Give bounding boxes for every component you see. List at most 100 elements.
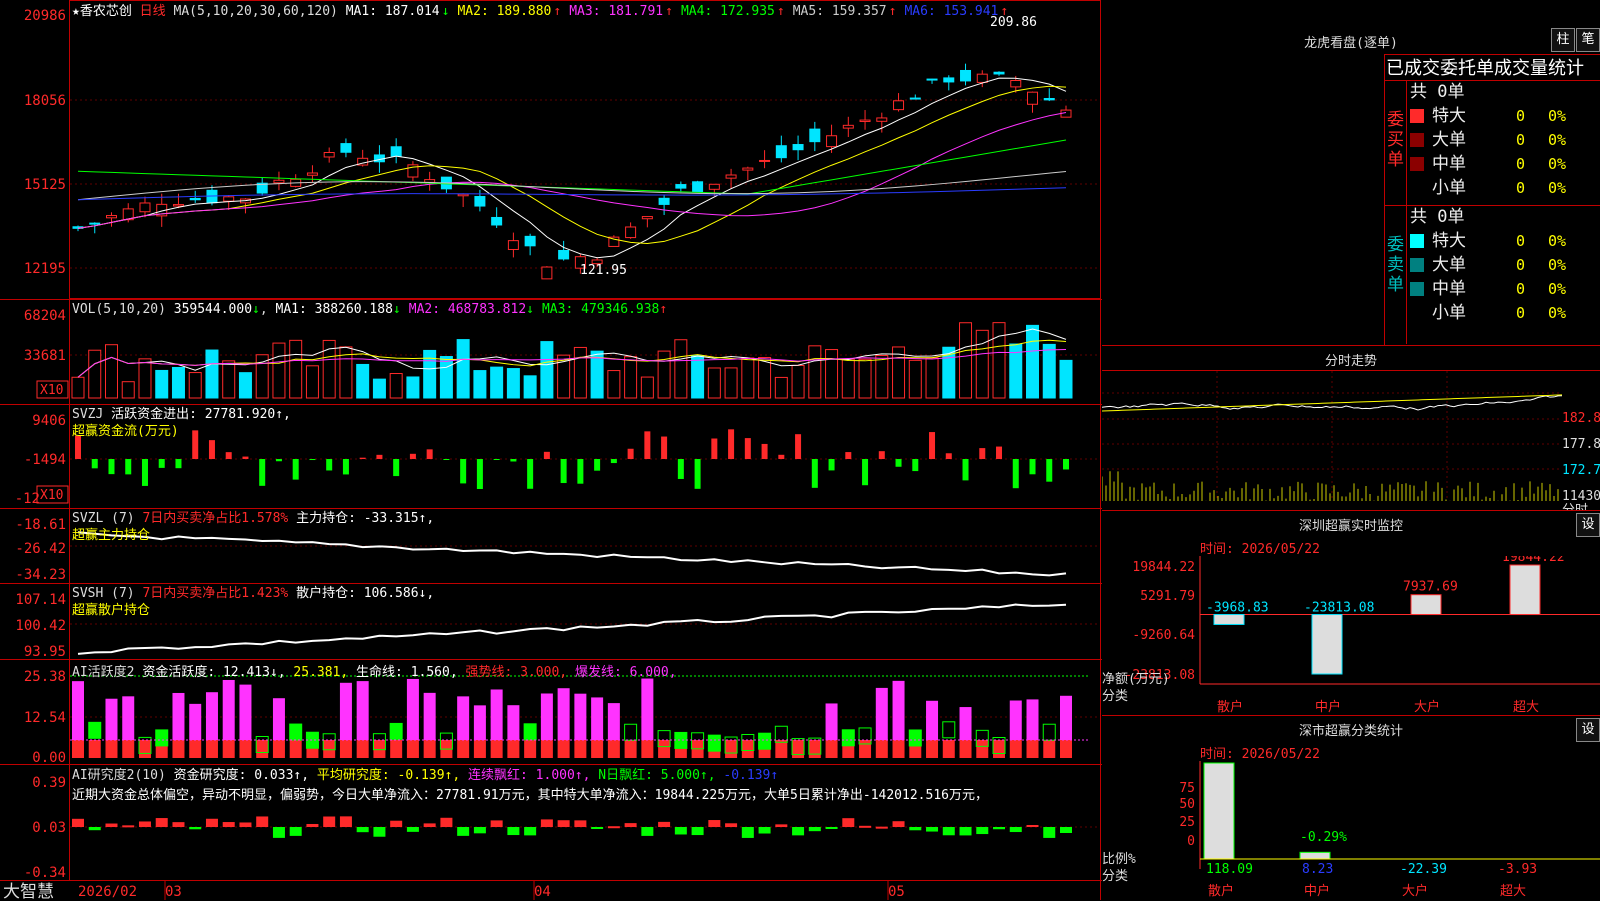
research-bar	[356, 827, 369, 833]
volume-bar	[523, 375, 537, 399]
y-tick: 100.42	[15, 618, 66, 634]
legend-swatch-icon	[1410, 282, 1424, 296]
candle-body	[507, 240, 519, 250]
category-bar	[1299, 851, 1331, 860]
research-bar	[607, 826, 620, 829]
volume-bar	[791, 364, 805, 399]
ai-bar	[574, 693, 587, 740]
research-bar	[641, 827, 654, 836]
ai-bar	[172, 692, 185, 740]
sz-monitor-settings-button[interactable]: 设	[1576, 513, 1600, 537]
ai-bar	[607, 703, 620, 740]
ai-bar	[356, 681, 369, 740]
research-bar	[624, 823, 637, 827]
category-bar	[1203, 762, 1235, 860]
row-percent: 0%	[1548, 107, 1567, 125]
ai-bar	[774, 725, 788, 743]
ai-bar	[808, 740, 821, 758]
sz-class-chart[interactable]: 75 50 25 0 比例% 分类 -0.29% 118.09 散户 8.23 中户 -…	[1102, 761, 1600, 901]
x-tick: 03	[165, 884, 182, 900]
period-label[interactable]: 日线	[140, 4, 166, 19]
research-bar	[959, 827, 972, 836]
ai-bar	[88, 740, 101, 758]
research-bar	[892, 821, 905, 827]
candle-body	[876, 117, 888, 122]
vol-ma-values: MA1: 388260.188↓ MA2: 468783.812↓ MA3: 479…	[276, 302, 676, 317]
ai-bar	[272, 698, 285, 740]
sz-class-settings-button[interactable]: 设	[1576, 718, 1600, 742]
flow-bar	[1046, 459, 1053, 482]
candle-body	[273, 179, 285, 184]
research-bar	[306, 823, 319, 827]
retail-holding-header: SVSH (7) 7日内买卖净占比1.423% 散户持仓: 106.586↓, …	[72, 586, 435, 618]
candlestick-series	[72, 63, 1072, 280]
research-bar	[1043, 827, 1056, 838]
ma-value: MA5: 159.357	[792, 4, 887, 19]
ai-bar	[105, 740, 118, 758]
volume-bar	[423, 349, 437, 399]
row-count: 0	[1516, 107, 1526, 125]
flow-subtitle: 超赢资金流(万元)	[72, 424, 179, 439]
ai-bar	[959, 707, 972, 740]
flow-bar	[527, 459, 534, 489]
bar-view-button[interactable]: 柱	[1551, 28, 1575, 52]
tick-view-button[interactable]: 笔	[1576, 28, 1600, 52]
x-tick: 04	[534, 884, 551, 900]
candle-body	[524, 235, 536, 247]
ai-bar	[1060, 740, 1072, 758]
intraday-chart[interactable]: 182.8 177.8 172.7 11430 分时	[1102, 371, 1600, 511]
row-count: 0	[1516, 256, 1526, 274]
research-bar	[72, 818, 84, 827]
lhb-title: 龙虎看盘(逐单)	[1304, 36, 1398, 51]
sz-monitor-chart[interactable]: 19844.22 5291.79 -9260.64 -23813.08 净额(万…	[1102, 556, 1600, 716]
category-label: 散户	[1208, 883, 1234, 899]
flow-bar	[376, 454, 383, 459]
candle-body	[909, 97, 921, 100]
ma-arrow: ↓	[441, 4, 450, 19]
ai-bar	[473, 705, 486, 740]
candle-body	[993, 71, 1005, 75]
research-bar	[205, 818, 218, 827]
ai-bar	[373, 740, 386, 758]
research-bar	[708, 820, 721, 827]
volume-bar	[506, 368, 520, 399]
ai-bar	[1060, 695, 1072, 740]
ai-bar	[540, 693, 553, 740]
legend-swatch-icon	[1410, 234, 1424, 248]
star-icon[interactable]: ★	[72, 4, 80, 19]
volume-bar	[456, 339, 470, 399]
ai-bar	[993, 740, 1006, 758]
ai-bar	[239, 684, 252, 740]
research-bar	[222, 822, 235, 827]
research-bar	[875, 826, 888, 829]
y-tick: 12.54	[24, 710, 66, 726]
stock-name: 香农芯创	[79, 4, 132, 19]
y-tick: 20986	[24, 8, 66, 24]
category-label: 散户	[1217, 699, 1243, 715]
ai-bar	[1043, 740, 1056, 758]
research-bar	[591, 827, 604, 829]
y-tick: 15125	[24, 177, 66, 193]
flow-bar	[208, 440, 215, 459]
research-bar	[557, 820, 570, 827]
volume-bar	[841, 358, 855, 399]
research-bar	[507, 827, 520, 836]
volume-bar	[238, 372, 252, 399]
ai-bar	[674, 731, 688, 749]
candle-body	[926, 78, 938, 81]
research-bar	[272, 827, 285, 838]
legend-swatch-icon	[1410, 133, 1424, 147]
volume-bar	[155, 369, 169, 399]
buy-row: 中单	[1410, 152, 1466, 176]
ai-bar	[557, 740, 570, 758]
flow-bar	[225, 452, 232, 459]
research-bar	[775, 824, 788, 827]
ai-bar	[825, 703, 838, 740]
chart-area[interactable]: 209.86 121.95 20986 18056 15125 12195 68…	[0, 0, 1102, 900]
flow-bar	[728, 429, 735, 459]
flow-title: SVZJ	[72, 407, 104, 422]
candle-body	[692, 181, 704, 193]
research-bar	[239, 822, 252, 827]
sell-row: 小单	[1410, 301, 1466, 325]
research-bar	[808, 827, 821, 832]
